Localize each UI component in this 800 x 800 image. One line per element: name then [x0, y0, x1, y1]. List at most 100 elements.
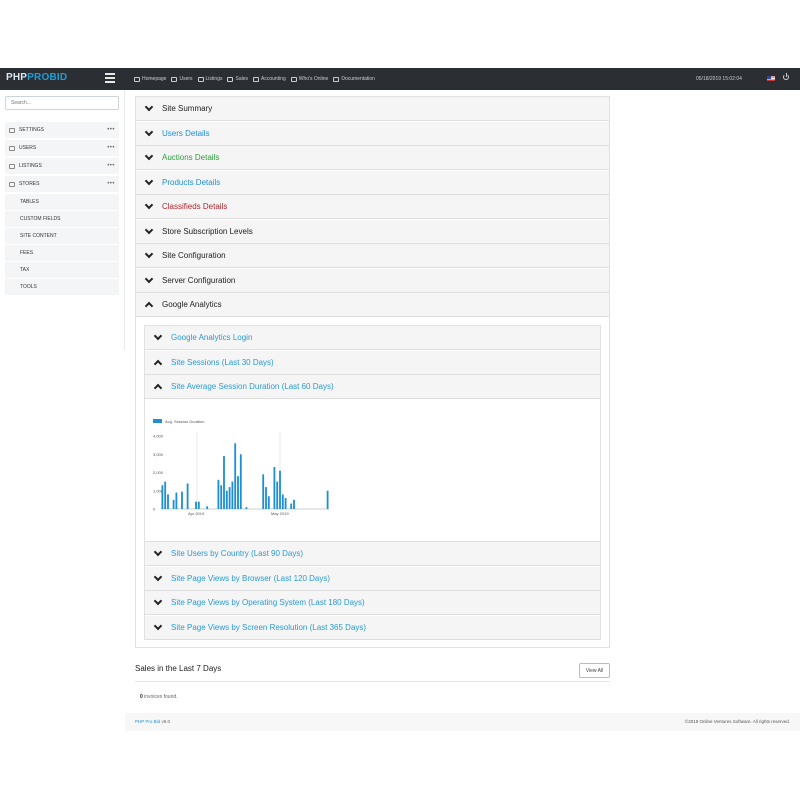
- accordion-classifieds-details[interactable]: Classifieds Details: [136, 195, 609, 219]
- menu-toggle-icon[interactable]: [105, 73, 115, 84]
- analytics-views-by-resolution[interactable]: Site Page Views by Screen Resolution (La…: [145, 615, 600, 640]
- nav-listings[interactable]: Listings: [197, 76, 222, 82]
- product-link[interactable]: PHP Pro Bid: [135, 719, 160, 724]
- bar: [290, 503, 293, 509]
- bar: [284, 498, 287, 509]
- nav-label: Users: [179, 76, 193, 82]
- bar: [279, 470, 281, 509]
- analytics-views-by-os[interactable]: Site Page Views by Operating System (Las…: [145, 591, 600, 615]
- sidebar-item-fees[interactable]: FEES: [5, 245, 119, 261]
- view-all-button[interactable]: View All: [579, 663, 610, 678]
- nav-homepage[interactable]: Homepage: [134, 76, 166, 82]
- bar: [239, 454, 242, 509]
- glasses-icon: [290, 76, 297, 82]
- bar: [172, 499, 175, 509]
- accordion-label: Users Details: [162, 128, 210, 138]
- bar: [181, 491, 183, 509]
- chevron-down-icon: [144, 200, 154, 210]
- app-root: PHPPROBID Homepage Users Listings Sales …: [0, 0, 800, 800]
- chevron-up-icon: [153, 359, 163, 368]
- divider: [135, 681, 610, 682]
- x-tick-label: Apr 2019: [188, 511, 205, 516]
- cube-icon: [9, 163, 15, 169]
- sidebar-search-input[interactable]: Search...: [5, 96, 119, 110]
- sidebar-item-site-content[interactable]: SITE CONTENT: [5, 228, 119, 244]
- sidebar-item-label: TOOLS: [20, 284, 37, 290]
- sidebar-item-settings[interactable]: SETTINGS •••: [5, 122, 119, 138]
- wallet-icon: [253, 76, 259, 82]
- top-nav: Homepage Users Listings Sales Accounting…: [134, 68, 380, 90]
- footer-copyright: ©2019 Online Ventures Software. All righ…: [684, 719, 790, 724]
- invoices-text: invoices found.: [142, 694, 178, 700]
- bar: [273, 467, 276, 509]
- y-tick-label: 2,000: [153, 470, 164, 475]
- logo-text-bid: BID: [49, 72, 68, 83]
- nav-whos-online[interactable]: Who's Online: [290, 76, 329, 82]
- chevron-down-icon: [153, 572, 163, 581]
- nav-documentation[interactable]: Documentation: [333, 76, 375, 82]
- chevron-down-icon: [153, 621, 163, 630]
- analytics-site-sessions[interactable]: Site Sessions (Last 30 Days): [145, 350, 600, 375]
- analytics-login[interactable]: Google Analytics Login: [145, 326, 600, 350]
- accordion-server-configuration[interactable]: Server Configuration: [136, 268, 609, 293]
- analytics-avg-session-duration[interactable]: Site Average Session Duration (Last 60 D…: [145, 375, 600, 399]
- bar: [265, 487, 267, 509]
- accordion-label: Auctions Details: [162, 153, 220, 162]
- sidebar: Search... SETTINGS ••• USERS ••• LISTING…: [0, 90, 125, 350]
- more-icon[interactable]: •••: [107, 127, 115, 133]
- accordion-auctions-details[interactable]: Auctions Details: [136, 146, 609, 170]
- more-icon[interactable]: •••: [107, 181, 115, 187]
- chevron-down-icon: [153, 331, 163, 341]
- sidebar-item-listings[interactable]: LISTINGS •••: [5, 158, 119, 174]
- sidebar-item-label: STORES: [19, 181, 40, 187]
- accordion-site-summary[interactable]: Site Summary: [136, 97, 609, 121]
- accordion-label: Site Summary: [162, 104, 213, 113]
- accordion-label: Products Details: [162, 177, 221, 187]
- bar: [225, 490, 228, 509]
- nav-label: Accounting: [261, 76, 286, 82]
- bar: [161, 485, 164, 509]
- more-icon[interactable]: •••: [107, 145, 115, 151]
- sidebar-item-stores[interactable]: STORES •••: [5, 176, 119, 192]
- bar: [245, 507, 248, 509]
- chevron-down-icon: [144, 176, 154, 185]
- accordion-users-details[interactable]: Users Details: [136, 121, 609, 146]
- accordion-site-configuration[interactable]: Site Configuration: [136, 244, 609, 268]
- calendar-icon: [227, 76, 234, 82]
- analytics-label: Site Average Session Duration (Last 60 D…: [171, 382, 334, 391]
- sidebar-item-tools[interactable]: TOOLS: [5, 279, 119, 295]
- nav-label: Who's Online: [298, 76, 329, 82]
- sidebar-item-custom-fields[interactable]: CUSTOM FIELDS: [5, 211, 119, 227]
- logo[interactable]: PHPPROBID: [6, 72, 67, 83]
- accordion-google-analytics[interactable]: Google Analytics: [136, 293, 609, 317]
- sidebar-item-label: TAX: [20, 267, 30, 273]
- sidebar-item-tables[interactable]: TABLES: [5, 194, 119, 210]
- power-icon[interactable]: [783, 73, 789, 80]
- sidebar-item-users[interactable]: USERS •••: [5, 140, 119, 156]
- accordion-label: Server Configuration: [162, 275, 236, 285]
- sidebar-item-label: CUSTOM FIELDS: [20, 216, 61, 222]
- accordion-products-details[interactable]: Products Details: [136, 170, 609, 195]
- bar: [223, 456, 225, 509]
- accordion-label: Store Subscription Levels: [162, 226, 253, 236]
- users-icon: [171, 76, 178, 82]
- footer: PHP Pro Bid v8.0 ©2019 Online Ventures S…: [125, 713, 800, 731]
- analytics-accordion: Google Analytics Login Site Sessions (La…: [144, 325, 601, 640]
- accordion-label: Site Configuration: [162, 251, 226, 260]
- us-flag-icon[interactable]: [767, 76, 775, 81]
- analytics-views-by-browser[interactable]: Site Page Views by Browser (Last 120 Day…: [145, 566, 600, 591]
- bar: [293, 499, 295, 509]
- chevron-down-icon: [144, 225, 154, 234]
- more-icon[interactable]: •••: [107, 163, 115, 169]
- bar: [217, 479, 220, 509]
- analytics-users-by-country[interactable]: Site Users by Country (Last 90 Days): [145, 542, 600, 566]
- sidebar-item-tax[interactable]: TAX: [5, 262, 119, 278]
- dashboard-accordion: Site Summary Users Details Auctions Deta…: [135, 96, 610, 648]
- accordion-label: Google Analytics: [162, 300, 222, 309]
- nav-label: Documentation: [341, 76, 375, 82]
- nav-users[interactable]: Users: [171, 76, 193, 82]
- nav-sales[interactable]: Sales: [227, 76, 248, 82]
- accordion-store-subscription-levels[interactable]: Store Subscription Levels: [136, 219, 609, 244]
- nav-accounting[interactable]: Accounting: [253, 76, 286, 82]
- sidebar-item-label: LISTINGS: [19, 163, 42, 169]
